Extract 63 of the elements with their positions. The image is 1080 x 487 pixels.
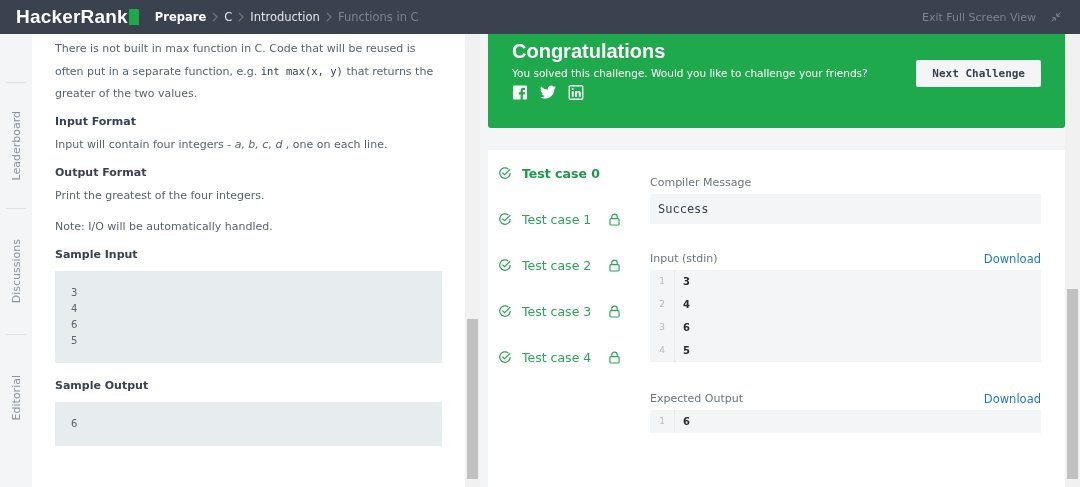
scrollbar[interactable] bbox=[1065, 34, 1080, 487]
code-line: 4 bbox=[71, 302, 79, 316]
linkedin-icon[interactable] bbox=[568, 85, 584, 100]
split-handle[interactable] bbox=[480, 34, 488, 487]
section-heading: Sample Input bbox=[55, 248, 139, 261]
description-text: Input will contain four integers - a, b, c, d , one on each line. bbox=[55, 137, 389, 153]
code-line: 3 bbox=[682, 276, 690, 287]
logo[interactable]: HackerRank bbox=[16, 6, 139, 28]
download-link[interactable]: Download bbox=[983, 392, 1041, 406]
compiler-message-box: Success bbox=[650, 194, 1041, 224]
scrollbar-thumb[interactable] bbox=[1067, 289, 1078, 479]
field-label: Input (stdin) bbox=[650, 252, 718, 266]
breadcrumb-link[interactable]: C bbox=[224, 10, 233, 24]
line-number: 1 bbox=[650, 410, 675, 433]
check-circle-icon bbox=[498, 304, 512, 318]
test-case-tab[interactable]: Test case 2 bbox=[498, 242, 650, 288]
test-case-tab[interactable]: Test case 0 bbox=[498, 150, 650, 196]
section-heading: Sample Output bbox=[55, 379, 150, 392]
field-label: Expected Output bbox=[650, 392, 744, 406]
section-heading: Output Format bbox=[55, 166, 148, 179]
check-circle-icon bbox=[498, 258, 512, 272]
breadcrumb-link[interactable]: Functions in C bbox=[337, 10, 419, 24]
check-circle-icon bbox=[498, 166, 512, 180]
code-line: 6 bbox=[71, 318, 79, 332]
code-line: 3 bbox=[71, 286, 79, 300]
section-heading: Input Format bbox=[55, 115, 137, 128]
exit-fullscreen-link[interactable]: Exit Full Screen View bbox=[921, 10, 1036, 24]
code-line: 5 bbox=[71, 334, 79, 348]
download-link[interactable]: Download bbox=[983, 252, 1041, 266]
description-text: There is not built in max function in C. Code that will be reused is often put in a separate function, e.g. int max(x, y) that returns the greater of the two values. bbox=[55, 41, 435, 102]
breadcrumb-link[interactable]: Prepare bbox=[154, 10, 207, 24]
test-case-tab[interactable]: Test case 3 bbox=[498, 288, 650, 334]
line-number: 3 bbox=[650, 316, 675, 339]
code-line: 5 bbox=[682, 345, 690, 356]
scrollbar-thumb[interactable] bbox=[467, 319, 478, 479]
description-text: Print the greatest of the four integers. bbox=[55, 188, 266, 204]
test-case-tab[interactable]: Test case 1 bbox=[498, 196, 650, 242]
collapse-icon[interactable] bbox=[1050, 11, 1062, 23]
banner-message: You solved this challenge. Would you like to challenge your friends? bbox=[512, 67, 868, 79]
description-text: Note: I/O will be automatically handled. bbox=[55, 219, 274, 235]
check-circle-icon bbox=[498, 350, 512, 364]
side-tab[interactable]: Editorial bbox=[9, 374, 23, 421]
banner-title: Congratulations bbox=[512, 40, 667, 63]
breadcrumb-link[interactable]: Introduction bbox=[250, 10, 320, 24]
test-case-tab[interactable]: Test case 4 bbox=[498, 334, 650, 380]
chevron-icon bbox=[238, 12, 245, 22]
facebook-icon[interactable] bbox=[512, 85, 528, 100]
code-line: 4 bbox=[682, 299, 690, 310]
field-label: Compiler Message bbox=[650, 176, 753, 189]
line-number: 1 bbox=[650, 270, 675, 293]
twitter-icon[interactable] bbox=[540, 85, 556, 100]
chevron-icon bbox=[325, 12, 332, 22]
logo-block-icon bbox=[128, 9, 139, 25]
next-challenge-button[interactable]: Next Challenge bbox=[916, 60, 1041, 87]
scrollbar[interactable] bbox=[465, 34, 480, 487]
code-line: 6 bbox=[71, 417, 79, 431]
line-number: 2 bbox=[650, 293, 675, 316]
code-line: 6 bbox=[682, 322, 690, 333]
chevron-icon bbox=[212, 12, 219, 22]
side-tab[interactable]: Discussions bbox=[9, 239, 23, 304]
side-tab[interactable]: Leaderboard bbox=[9, 110, 23, 181]
code-line: 6 bbox=[682, 416, 690, 427]
check-circle-icon bbox=[498, 212, 512, 226]
